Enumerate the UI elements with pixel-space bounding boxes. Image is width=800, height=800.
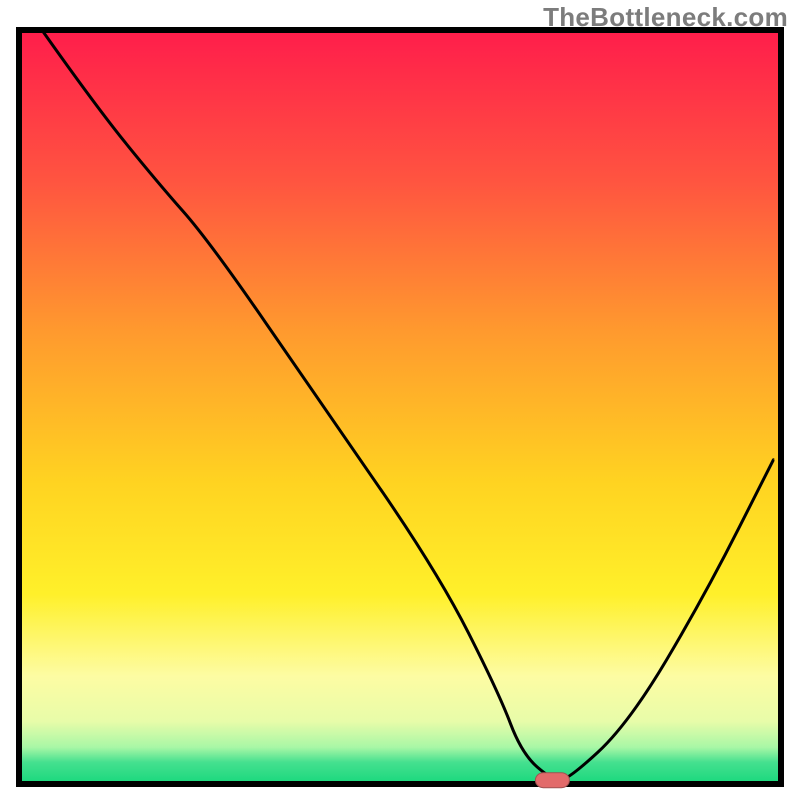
plot-gradient-bg — [22, 33, 778, 781]
optimum-marker — [535, 773, 569, 788]
bottleneck-chart: TheBottleneck.com — [0, 0, 800, 800]
watermark-text: TheBottleneck.com — [543, 2, 788, 33]
chart-svg — [0, 0, 800, 800]
